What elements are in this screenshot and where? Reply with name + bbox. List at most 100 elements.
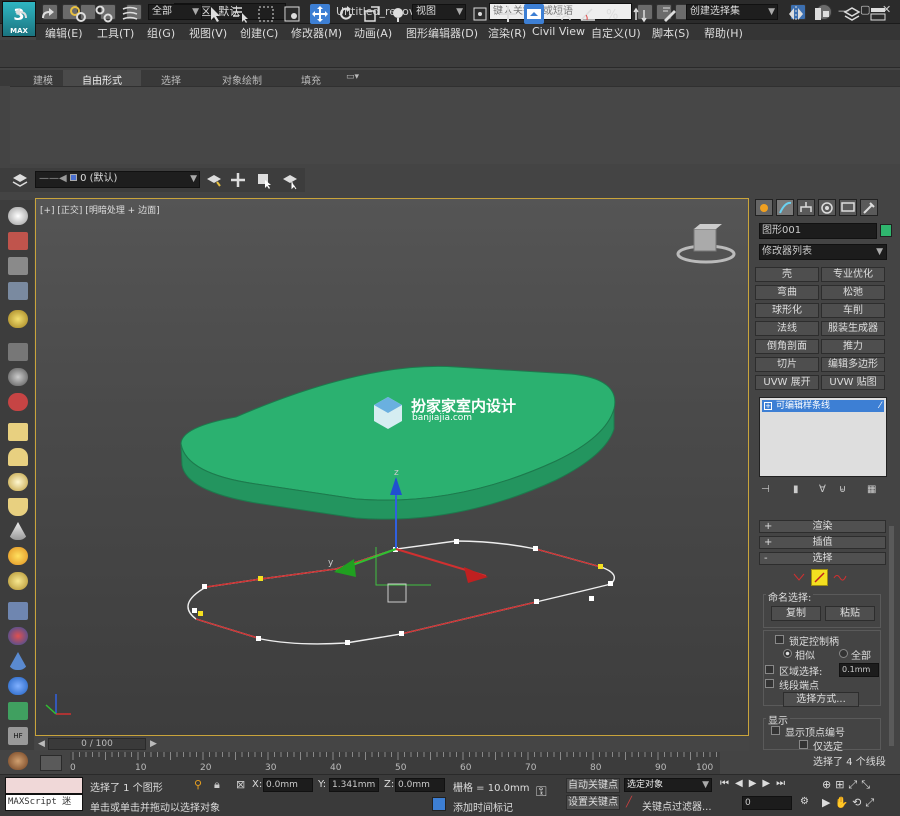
sun-icon[interactable] [8,547,28,565]
show-end-result-icon[interactable]: ▮ [793,484,799,495]
viewcube[interactable] [676,224,736,264]
playback-controls[interactable]: ⏮◀▶▶⏭ [720,778,791,789]
ribbon-tab-freeform[interactable]: 自由形式 [82,72,122,87]
layer-explorer-icon[interactable] [10,170,30,190]
command-panel-scrollbar[interactable] [889,526,894,746]
display-tab-icon[interactable] [839,199,857,216]
time-slider[interactable]: 0 / 100 [48,738,146,750]
menu-modifiers[interactable]: 修改器(M) [291,25,342,41]
track-bar[interactable]: 0 10 20 30 40 50 60 70 80 90 100 [70,752,720,774]
menu-civil-view[interactable]: Civil View [532,25,585,38]
make-unique-icon[interactable]: ∀ [819,484,826,495]
placement-icon[interactable] [388,4,408,24]
pin-stack-icon[interactable]: ⊣ [761,484,770,495]
bend-button[interactable]: 弯曲 [755,285,819,300]
hierarchy-tab-icon[interactable] [797,199,815,216]
only-selected-checkbox[interactable] [799,740,808,749]
menu-views[interactable]: 视图(V) [189,25,227,41]
key-filters-button[interactable]: 关键点过滤器... [642,798,712,813]
add-to-layer-icon[interactable] [228,170,248,190]
ribbon-tab-modeling[interactable]: 建模 [33,72,53,87]
light-icon[interactable] [8,310,28,328]
pro-optimizer-button[interactable]: 专业优化 [821,267,885,282]
hair-fur-icon[interactable]: HF [8,727,28,745]
helper-icon[interactable] [8,343,28,361]
cloth-icon[interactable] [8,752,28,770]
key-mode-dropdown[interactable]: 选定对象 ▼ [624,778,712,792]
viewport-perspective[interactable]: [+] [正交] [明暗处理 + 边面] z y 扮家家室内设计 banjiaj… [35,198,749,736]
select-by-button[interactable]: 选择方式... [783,692,859,707]
remove-modifier-icon[interactable]: ⊌ [839,484,846,495]
slice-button[interactable]: 切片 [755,357,819,372]
rect-selection-icon[interactable] [256,4,276,24]
pivot-point-icon[interactable] [470,4,490,24]
spline-vertices[interactable] [192,539,613,645]
viewport-nav-top[interactable]: ⊕⊞⤢⤡ [822,778,874,792]
configure-sets-icon[interactable]: ▦ [867,484,876,495]
time-slider-next[interactable]: ▶ [150,739,157,749]
select-move-icon[interactable] [310,4,330,24]
spherify-button[interactable]: 球形化 [755,303,819,318]
z-coord-input[interactable]: 0.0mm [395,778,445,792]
edit-poly-button[interactable]: 编辑多边形 [821,357,885,372]
rollout-interpolation[interactable]: + 插值 [759,536,886,549]
select-by-name-icon[interactable] [230,4,250,24]
layer-create-icon[interactable] [204,170,224,190]
utilities-tab-icon[interactable] [860,199,878,216]
uvw-map-button[interactable]: UVW 贴图 [821,375,885,390]
maxscript-listener-input[interactable]: MAXScript 迷 [5,794,83,811]
vertex-level-icon[interactable] [793,572,805,582]
particle-icon[interactable] [8,602,28,620]
maxscript-listener-top[interactable] [5,777,83,794]
garment-maker-button[interactable]: 服装生成器 [821,321,885,336]
ribbon-options-icon[interactable]: ▭▾ [346,72,359,82]
edit-named-selection-icon[interactable] [660,4,680,24]
layer-manager-icon[interactable] [842,4,862,24]
snaps-toggle-icon[interactable]: 3 [552,4,572,24]
x-coord-input[interactable]: 0.0mm [263,778,313,792]
keyboard-shortcut-override-icon[interactable] [524,4,544,24]
lock-selection-icon[interactable]: 🔒︎ [214,778,220,792]
spline-selected-segments[interactable] [195,548,602,640]
normal-button[interactable]: 法线 [755,321,819,336]
spacewarp-icon[interactable] [8,368,28,386]
segment-level-icon[interactable] [811,569,828,586]
bowl-icon[interactable] [8,498,28,516]
auto-key-button[interactable]: 自动关键点 [566,778,620,793]
set-key-icon[interactable]: ⚿ [536,784,547,800]
spline-level-icon[interactable] [833,572,847,582]
segment-end-checkbox[interactable] [765,679,774,688]
percent-snap-icon[interactable]: % [604,4,624,24]
rollout-selection[interactable]: - 选择 [759,552,886,565]
render-setup-icon[interactable] [8,257,28,275]
mini-curve-editor-icon[interactable] [40,755,62,771]
align-icon[interactable] [812,4,832,24]
paste-button[interactable]: 粘贴 [825,606,875,621]
menu-help[interactable]: 帮助(H) [704,25,743,41]
hemisphere-icon[interactable] [8,448,28,466]
menu-rendering[interactable]: 渲染(R) [488,25,526,41]
menu-graph-editors[interactable]: 图形编辑器(D) [406,25,478,41]
object-color-swatch[interactable] [880,224,892,237]
menu-scripting[interactable]: 脚本(S) [652,25,690,41]
foliage-icon[interactable] [8,702,28,720]
window-crossing-icon[interactable] [282,4,302,24]
motion-tab-icon[interactable] [818,199,836,216]
modifier-stack[interactable]: + 可编辑样条线 ⁄ [759,397,887,477]
add-time-tag[interactable]: 添加时间标记 [453,799,513,814]
toggle-ribbon-icon[interactable] [868,4,888,24]
rollout-rendering[interactable]: + 渲染 [759,520,886,533]
material-editor-icon[interactable] [8,232,28,250]
modifier-list-dropdown[interactable]: 修改器列表 ▼ [759,244,887,260]
lock-handles-checkbox[interactable] [775,635,784,644]
lathe-button[interactable]: 车削 [821,303,885,318]
menu-customize[interactable]: 自定义(U) [591,25,641,41]
all-radio[interactable] [839,649,848,658]
object-name-field[interactable]: 图形001 [759,223,877,239]
menu-group[interactable]: 组(G) [147,25,175,41]
stack-expand-icon[interactable]: + [764,402,772,410]
layer-dropdown[interactable]: ——◀ 0 (默认) ▼ [35,171,200,188]
create-tab-icon[interactable] [755,199,773,216]
uvw-unwrap-button[interactable]: UVW 展开 [755,375,819,390]
nurbs-icon[interactable] [8,677,28,695]
